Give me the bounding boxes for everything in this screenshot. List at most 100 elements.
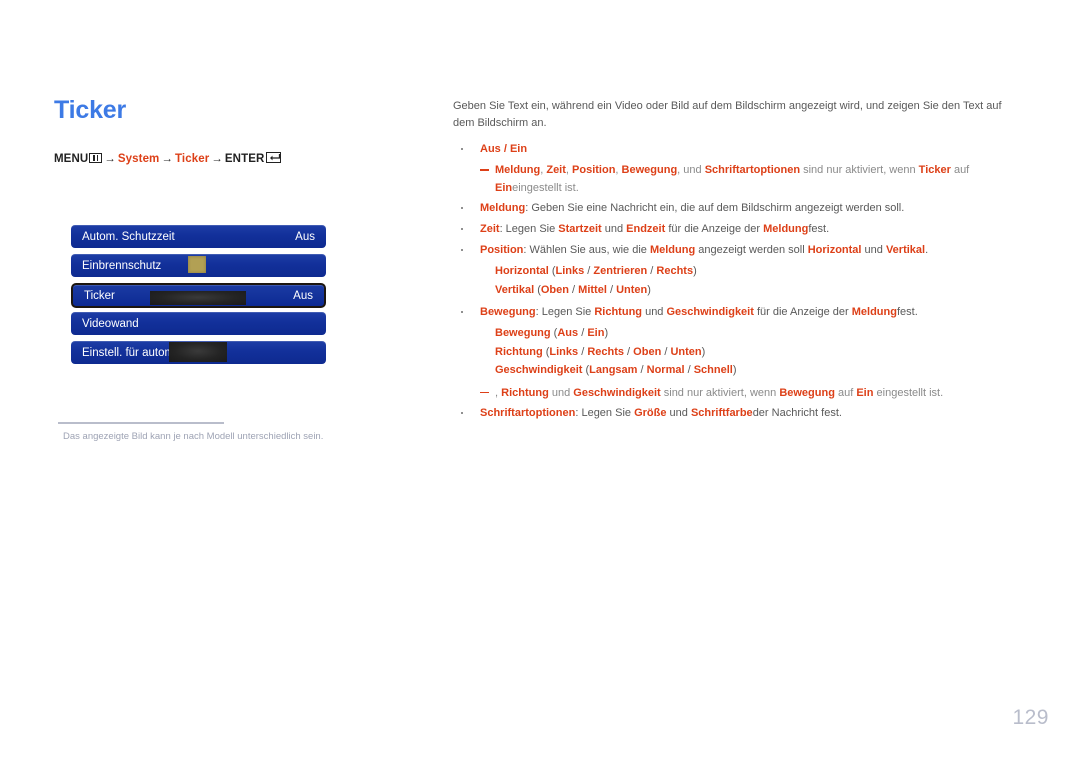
token-bewegung: Bewegung — [779, 386, 835, 399]
caption-divider — [58, 422, 224, 424]
token-ein: Ein — [495, 181, 513, 194]
body-column: Geben Sie Text ein, während ein Video od… — [453, 98, 1015, 426]
token-rechts: Rechts — [587, 345, 624, 358]
note1-tail-a: , und — [677, 164, 705, 176]
token-schriftartoptionen: Schriftartoptionen — [704, 164, 801, 176]
paren-close: ) — [604, 327, 609, 339]
list-item-meldung: Meldung: Geben Sie eine Nachricht ein, d… — [453, 200, 1015, 218]
token-startzeit: Startzeit — [558, 223, 602, 235]
token-meldung: Meldung — [763, 223, 809, 235]
osd-row-autom-schutzzeit[interactable]: Autom. Schutzzeit Aus — [71, 225, 326, 248]
bullet-dot-icon — [461, 228, 464, 231]
osd-row-label: Videowand — [82, 317, 139, 330]
token-schnell: Schnell — [693, 364, 733, 376]
sep-slash: / — [500, 143, 510, 155]
token-meldung: Meldung — [649, 244, 696, 256]
list-item-position-horizontal: Horizontal (Links / Zentrieren / Rechts) — [453, 263, 1015, 281]
position-tail: . — [925, 244, 929, 256]
sep-slash: / — [647, 265, 657, 277]
token-mittel: Mittel — [578, 283, 607, 296]
menu-bars-icon — [89, 153, 103, 163]
list-item-note-2: , Richtung und Geschwindigkeit sind nur … — [453, 385, 1015, 403]
zeit-mid-3: für die Anzeige der — [665, 223, 764, 235]
osd-row-einbrennschutz[interactable]: Einbrennschutz — [71, 254, 326, 277]
breadcrumb-menu-label: MENU — [54, 153, 89, 165]
page-title: Ticker — [54, 96, 127, 124]
osd-row-ticker[interactable]: Ticker Aus — [71, 283, 326, 308]
token-aus: Aus — [480, 143, 501, 155]
token-meldung: Meldung — [851, 306, 897, 318]
sep-slash: / — [684, 364, 694, 376]
token-endzeit: Endzeit — [626, 223, 666, 235]
token-richtung: Richtung — [594, 306, 643, 318]
list-item-richtung-options: Richtung (Links / Rechts / Oben / Unten) — [453, 344, 1015, 362]
osd-row-videowand[interactable]: Videowand — [71, 312, 326, 335]
token-zeit: Zeit — [480, 223, 500, 235]
token-oben: Oben — [633, 345, 662, 358]
schrift-mid-2: und — [666, 407, 691, 419]
position-mid-3: und — [861, 244, 886, 256]
breadcrumb-step-ticker: Ticker — [175, 153, 210, 165]
breadcrumb-arrow-2: → — [161, 153, 173, 165]
sep-slash: / — [578, 327, 588, 339]
token-horizontal: Horizontal — [807, 244, 862, 256]
bewegung-mid-2: und — [642, 306, 667, 318]
dash-marker-icon — [480, 391, 489, 393]
bewegung-mid-1: : Legen Sie — [535, 306, 595, 318]
token-groesse: Größe — [634, 407, 667, 419]
sep-slash: / — [637, 364, 647, 376]
paren-open: ( — [548, 265, 556, 277]
position-mid-1: : Wählen Sie aus, wie die — [523, 244, 650, 256]
position-mid-2: angezeigt werden soll — [695, 244, 808, 256]
bullet-dot-icon — [461, 249, 464, 252]
note1-tail-d: eingestellt ist. — [512, 181, 579, 194]
token-unten: Unten — [670, 345, 702, 358]
bullet-dot-icon — [461, 311, 464, 314]
sep-slash: / — [569, 283, 579, 296]
breadcrumb: MENU → System → Ticker → ENTER — [54, 152, 282, 165]
breadcrumb-arrow-1: → — [104, 153, 116, 165]
bullet-dot-icon — [461, 207, 464, 210]
bewegung-mid-3: für die Anzeige der — [753, 306, 852, 318]
token-richtung: Richtung — [495, 345, 543, 358]
list-item-position-vertikal: Vertikal (Oben / Mittel / Unten) — [453, 282, 1015, 300]
token-horizontal: Horizontal — [495, 265, 549, 277]
note1-tail-b: sind nur aktiviert, wenn — [800, 164, 919, 176]
breadcrumb-step-system: System — [117, 153, 160, 165]
token-geschwindigkeit: Geschwindigkeit — [495, 364, 583, 376]
meldung-tail: : Geben Sie eine Nachricht ein, die auf … — [525, 202, 905, 214]
page-number: 129 — [1012, 706, 1049, 729]
token-ein: Ein — [856, 386, 874, 399]
token-schriftfarbe: Schriftfarbe — [690, 407, 753, 419]
token-ein: Ein — [587, 327, 605, 339]
token-links: Links — [555, 265, 585, 277]
token-rechts: Rechts — [656, 265, 694, 277]
note2-mid-1: und — [548, 386, 574, 399]
paren-open: ( — [534, 283, 541, 296]
osd-row-label: Einbrennschutz — [82, 259, 162, 272]
token-oben: Oben — [540, 283, 569, 296]
sep-slash: / — [606, 283, 617, 296]
osd-row-value: Aus — [295, 230, 315, 243]
zeit-tail: fest. — [808, 223, 830, 235]
bewegung-tail: fest. — [896, 306, 918, 318]
token-langsam: Langsam — [589, 364, 638, 376]
osd-row-einstell-autom-quelle[interactable]: Einstell. für autom. Quelle — [71, 341, 326, 364]
token-schriftartoptionen: Schriftartoptionen — [480, 407, 576, 419]
token-normal: Normal — [646, 364, 685, 376]
intro-paragraph: Geben Sie Text ein, während ein Video od… — [453, 100, 1002, 129]
osd-menu-panel[interactable]: Autom. Schutzzeit Aus Einbrennschutz Tic… — [71, 225, 326, 370]
list-item-bewegung: Bewegung: Legen Sie Richtung und Geschwi… — [453, 304, 1015, 322]
osd-row-value: Aus — [293, 289, 313, 302]
sep-slash: / — [624, 345, 634, 358]
list-item-schriftartoptionen: Schriftartoptionen: Legen Sie Größe und … — [453, 405, 1015, 423]
list-item-note-1: Meldung, Zeit, Position, Bewegung, und S… — [453, 162, 1015, 197]
schrift-mid-1: : Legen Sie — [575, 407, 635, 419]
token-geschwindigkeit: Geschwindigkeit — [666, 306, 754, 318]
list-item-position: Position: Wählen Sie aus, wie die Meldun… — [453, 242, 1015, 260]
osd-row-label: Einstell. für autom. Quelle — [82, 346, 214, 359]
token-meldung: Meldung — [480, 202, 526, 214]
paren-close: ) — [693, 265, 697, 277]
token-bewegung: Bewegung — [621, 164, 678, 176]
zeit-mid-1: : Legen Sie — [499, 223, 559, 235]
